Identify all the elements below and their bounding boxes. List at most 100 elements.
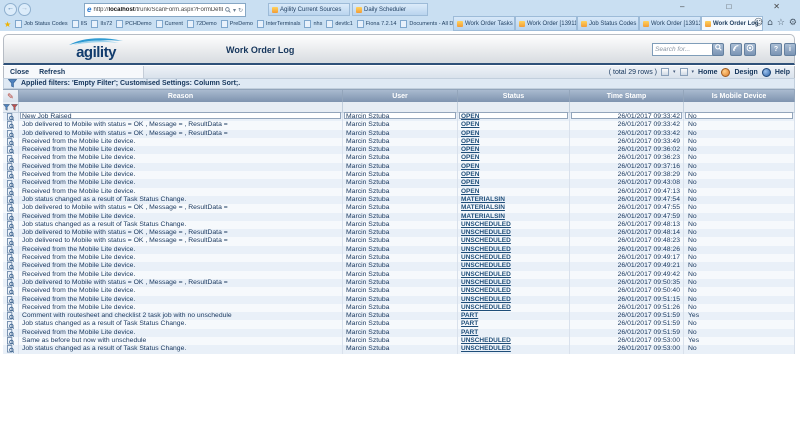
status-link[interactable]: UNSCHEDULED	[461, 254, 511, 261]
help-ring-button[interactable]	[744, 43, 756, 56]
favorite-item[interactable]: InterTerminals	[257, 20, 301, 28]
row-view-icon[interactable]	[3, 154, 19, 162]
browser-back-button[interactable]: ←	[4, 3, 17, 16]
row-view-icon[interactable]	[3, 254, 19, 262]
column-header-is-mobile-device[interactable]: Is Mobile Device	[684, 89, 795, 102]
status-link[interactable]: UNSCHEDULED	[461, 271, 511, 278]
home-link[interactable]: Home	[698, 69, 717, 76]
favorites-star-icon[interactable]: ☆	[777, 17, 785, 30]
window-close-button[interactable]: ✕	[773, 2, 780, 11]
address-search-icon[interactable]	[225, 7, 231, 13]
browser-forward-button[interactable]: →	[18, 3, 31, 16]
favorite-item[interactable]: Current	[156, 20, 183, 28]
row-view-icon[interactable]	[3, 237, 19, 245]
status-link[interactable]: OPEN	[461, 163, 479, 170]
column-header-user[interactable]: User	[343, 89, 458, 102]
favorite-item[interactable]: devtlc1	[326, 20, 352, 28]
browser-tab[interactable]: Work Order [13913]	[639, 16, 701, 31]
home-icon[interactable]: ⌂	[767, 17, 773, 30]
favorite-item[interactable]: PCHDemo	[116, 20, 151, 28]
favorite-item[interactable]: Documents - All Docume...	[400, 20, 456, 28]
export-icon[interactable]	[661, 68, 669, 76]
favorite-item[interactable]: Fiona 7.2.14	[357, 20, 397, 28]
row-view-icon[interactable]	[3, 246, 19, 254]
feedback-smiley-icon[interactable]: ☺	[754, 17, 763, 30]
row-view-icon[interactable]	[3, 287, 19, 295]
row-view-icon[interactable]	[3, 221, 19, 229]
question-button[interactable]: ?	[770, 43, 782, 56]
status-link[interactable]: UNSCHEDULED	[461, 287, 511, 294]
status-link[interactable]: OPEN	[461, 113, 479, 120]
help-link[interactable]: Help	[775, 69, 790, 76]
status-link[interactable]: MATERIALSIN	[461, 213, 505, 220]
print-icon[interactable]	[680, 68, 688, 76]
status-link[interactable]: UNSCHEDULED	[461, 237, 511, 244]
row-view-icon[interactable]	[3, 271, 19, 279]
row-view-icon[interactable]	[3, 229, 19, 237]
row-view-icon[interactable]	[3, 320, 19, 328]
row-view-icon[interactable]	[3, 345, 19, 353]
column-header-reason[interactable]: Reason	[19, 89, 343, 102]
browser-tab[interactable]: Work Order Tasks [TAS...	[453, 16, 515, 31]
status-link[interactable]: OPEN	[461, 171, 479, 178]
status-link[interactable]: OPEN	[461, 179, 479, 186]
status-link[interactable]: UNSCHEDULED	[461, 221, 511, 228]
favorite-item[interactable]: nhs	[304, 20, 322, 28]
status-link[interactable]: UNSCHEDULED	[461, 229, 511, 236]
row-view-icon[interactable]	[3, 213, 19, 221]
status-link[interactable]: OPEN	[461, 188, 479, 195]
address-bar[interactable]: e http://localhost/trunk/ScanForm.aspx?F…	[84, 3, 246, 17]
status-link[interactable]: UNSCHEDULED	[461, 296, 511, 303]
status-link[interactable]: OPEN	[461, 154, 479, 161]
row-view-icon[interactable]	[3, 179, 19, 187]
export-caret-icon[interactable]: ▾	[673, 69, 676, 75]
address-refresh-icon[interactable]: ↻	[238, 7, 243, 14]
favorite-item[interactable]: PreDemo	[221, 20, 253, 28]
status-link[interactable]: UNSCHEDULED	[461, 262, 511, 269]
favorite-item[interactable]: IIs72	[91, 20, 112, 28]
row-view-icon[interactable]	[3, 121, 19, 129]
row-view-icon[interactable]	[3, 312, 19, 320]
status-link[interactable]: UNSCHEDULED	[461, 246, 511, 253]
row-view-icon[interactable]	[3, 329, 19, 337]
window-minimize-button[interactable]: –	[680, 2, 684, 11]
address-dropdown-caret-icon[interactable]: ▾	[233, 7, 236, 14]
status-link[interactable]: OPEN	[461, 138, 479, 145]
close-button[interactable]: Close	[10, 69, 29, 76]
status-link[interactable]: UNSCHEDULED	[461, 304, 511, 311]
row-view-icon[interactable]	[3, 138, 19, 146]
column-header-status[interactable]: Status	[458, 89, 570, 102]
favorite-item[interactable]: Job Status Codes	[15, 20, 67, 28]
row-view-icon[interactable]	[3, 171, 19, 179]
browser-tab[interactable]: Job Status Codes	[577, 16, 639, 31]
row-view-icon[interactable]	[3, 130, 19, 138]
row-view-icon[interactable]	[3, 188, 19, 196]
window-maximize-button[interactable]: □	[726, 2, 731, 11]
row-view-icon[interactable]	[3, 146, 19, 154]
info-button[interactable]: i	[784, 43, 796, 56]
row-view-icon[interactable]	[3, 296, 19, 304]
feed-button[interactable]	[730, 43, 742, 56]
status-link[interactable]: PART	[461, 320, 478, 327]
status-link[interactable]: UNSCHEDULED	[461, 345, 511, 352]
column-header-time-stamp[interactable]: Time Stamp	[570, 89, 684, 102]
row-view-icon[interactable]	[3, 262, 19, 270]
tools-gear-icon[interactable]: ⚙	[789, 17, 797, 30]
favorite-item[interactable]: IIS	[72, 20, 88, 28]
status-link[interactable]: UNSCHEDULED	[461, 337, 511, 344]
row-view-icon[interactable]	[3, 279, 19, 287]
browser-tab[interactable]: Daily Scheduler	[352, 3, 428, 16]
row-view-icon[interactable]	[3, 113, 19, 121]
print-caret-icon[interactable]: ▾	[692, 69, 695, 75]
status-link[interactable]: MATERIALSIN	[461, 196, 505, 203]
status-link[interactable]: PART	[461, 312, 478, 319]
status-link[interactable]: PART	[461, 329, 478, 336]
refresh-button[interactable]: Refresh	[39, 69, 65, 76]
search-input[interactable]	[652, 43, 714, 56]
status-link[interactable]: OPEN	[461, 130, 479, 137]
status-link[interactable]: UNSCHEDULED	[461, 279, 511, 286]
status-link[interactable]: MATERIALSIN	[461, 204, 505, 211]
row-view-icon[interactable]	[3, 204, 19, 212]
row-view-icon[interactable]	[3, 304, 19, 312]
favorite-item[interactable]: 72Demo	[187, 20, 217, 28]
